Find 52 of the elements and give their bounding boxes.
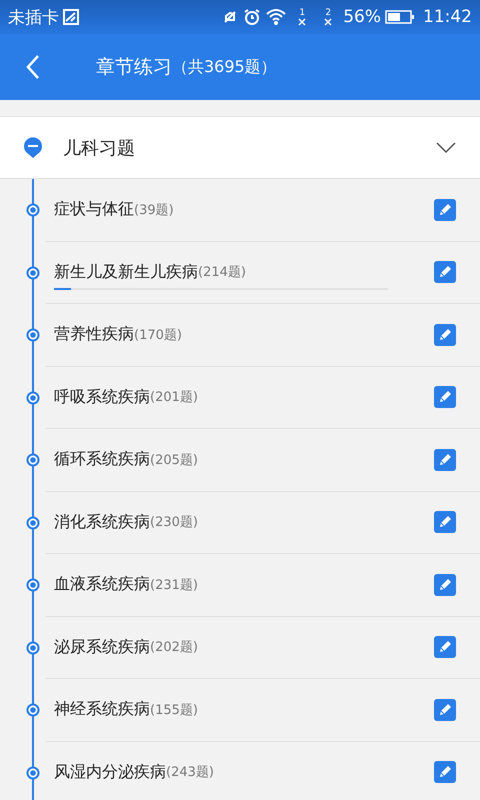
clock-time: 11:42 [423,7,472,27]
chapter-name[interactable]: 循环系统疾病 [54,449,150,470]
sim-slot-number: 2 [325,8,332,18]
chapter-name[interactable]: 风湿内分泌疾病 [54,762,166,783]
chapter-name[interactable]: 症状与体征 [54,199,134,220]
question-count: (39题) [134,202,174,219]
pencil-icon [437,202,453,218]
edit-button[interactable] [434,761,456,784]
pencil-icon [437,702,453,718]
edit-button[interactable] [434,698,456,721]
collapse-icon[interactable] [23,136,43,158]
battery-percent: 56% [343,7,381,27]
edit-button[interactable] [434,198,456,221]
chapter-name[interactable]: 泌尿系统疾病 [54,636,150,658]
question-count: (230题) [150,514,198,532]
question-count: (243题) [166,764,214,782]
carrier-text: 未插卡 [8,6,59,28]
edit-button[interactable] [434,386,456,408]
question-count: (170题) [134,326,182,344]
edit-button[interactable] [434,261,456,284]
question-count: (205题) [150,452,198,469]
chapter-name[interactable]: 新生儿及新生儿疾病 [54,262,198,283]
chapter-name[interactable]: 呼吸系统疾病 [54,386,150,408]
wifi-icon [265,8,288,26]
pencil-icon [437,326,453,343]
pencil-icon [437,576,453,593]
edit-button[interactable] [434,636,456,658]
sim-slot-number: 1 [299,8,306,18]
chapter-name[interactable]: 神经系统疾病 [54,699,150,720]
chapter-name[interactable]: 营养性疾病 [54,324,134,346]
page-title: 章节练习 [96,55,172,80]
edit-button[interactable] [434,511,456,534]
no-signal-icon [298,18,306,26]
chapter-name[interactable]: 血液系统疾病 [54,574,150,596]
total-count: （共3695题） [172,56,277,78]
edit-button[interactable] [434,448,456,471]
question-count: (155题) [150,702,198,719]
alarm-icon [243,8,262,26]
battery-icon [385,9,415,25]
question-count: (214题) [198,264,246,282]
question-count: (231题) [150,576,198,594]
edit-button[interactable] [434,324,456,346]
section-header[interactable]: 儿科习题 [0,116,480,179]
image-icon [63,9,79,25]
chapter-name[interactable]: 消化系统疾病 [54,512,150,533]
edit-button[interactable] [434,574,456,596]
question-count: (202题) [150,639,198,656]
chevron-icon[interactable] [436,142,456,154]
pencil-icon [437,452,453,468]
question-count: (201题) [150,389,198,406]
no-signal-icon [324,18,332,26]
section-title: 儿科习题 [63,136,135,160]
